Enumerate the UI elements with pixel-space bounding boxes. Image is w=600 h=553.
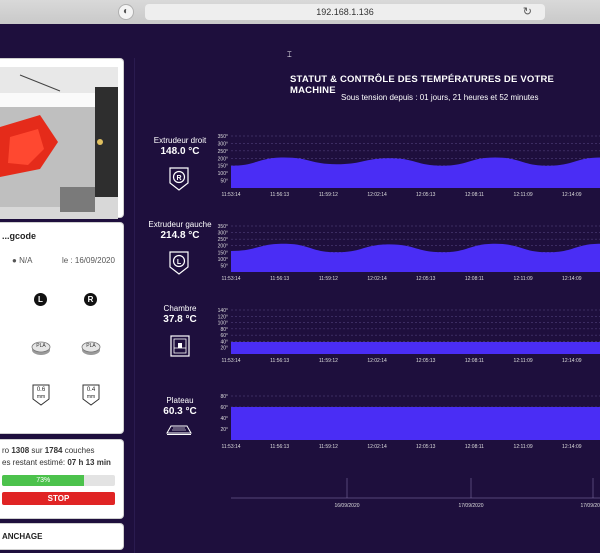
y-tick-label: 40° <box>220 416 228 422</box>
right-material-label: PLA <box>86 343 96 349</box>
x-tick-label: 11:53:14 <box>221 444 240 450</box>
x-tick-label: 12:02:14 <box>367 358 387 364</box>
reload-icon[interactable]: ↻ <box>523 4 532 20</box>
date-info: le : 16/09/2020 <box>62 256 115 265</box>
user-info: ● N/A <box>12 256 32 265</box>
y-tick-label: 60° <box>220 405 228 411</box>
y-tick-label: 20° <box>220 427 228 433</box>
left-material-label: PLA <box>36 343 46 349</box>
x-tick-label: 11:59:12 <box>319 444 338 450</box>
timeline-date-label: 17/09/2020 <box>580 503 600 509</box>
file-name: ...gcode <box>2 231 37 241</box>
x-tick-label: 11:59:12 <box>319 192 338 198</box>
series-area <box>231 157 600 188</box>
y-tick-label: 250° <box>218 149 228 155</box>
y-tick-label: 40° <box>220 339 228 345</box>
y-tick-label: 150° <box>218 164 228 170</box>
right-tool-icon: R <box>84 293 97 306</box>
x-tick-label: 12:14:09 <box>562 358 582 364</box>
x-tick-label: 11:56:13 <box>270 192 289 198</box>
x-tick-label: 12:05:13 <box>416 358 436 364</box>
x-tick-label: 12:08:11 <box>465 192 484 198</box>
left-nozzle-unit: mm <box>36 394 46 400</box>
x-tick-label: 12:14:09 <box>562 444 582 450</box>
y-tick-label: 200° <box>218 244 228 250</box>
layer-progress-text: ro 1308 sur 1784 couches <box>2 446 95 455</box>
x-tick-label: 11:56:13 <box>270 276 289 282</box>
x-tick-label: 12:08:11 <box>465 444 484 450</box>
job-card: ...gcode ● N/A le : 16/09/2020 L R PLA P… <box>0 222 124 434</box>
y-tick-label: 20° <box>220 346 228 352</box>
y-tick-label: 250° <box>218 237 228 243</box>
x-tick-label: 11:53:14 <box>221 276 240 282</box>
privacy-shield-icon[interactable]: ◐ <box>118 4 134 20</box>
series-area <box>231 243 600 272</box>
x-tick-label: 11:56:13 <box>270 358 289 364</box>
x-tick-label: 11:59:12 <box>319 276 338 282</box>
user-icon: ● <box>12 256 17 265</box>
y-tick-label: 50° <box>220 179 228 185</box>
address-bar[interactable]: 192.168.1.136 <box>145 4 545 20</box>
x-tick-label: 12:08:11 <box>465 358 484 364</box>
camera-feed-image <box>0 67 118 219</box>
stop-button[interactable]: STOP <box>2 492 115 505</box>
temperature-panel: STATUT & CONTRÔLE DES TEMPÉRATURES DE VO… <box>134 58 600 553</box>
y-tick-label: 350° <box>218 134 228 140</box>
y-tick-label: 300° <box>218 231 228 237</box>
x-tick-label: 12:11:09 <box>514 358 533 364</box>
x-tick-label: 11:56:13 <box>270 444 289 450</box>
x-tick-label: 12:02:14 <box>367 276 387 282</box>
left-nozzle-size: 0.6 <box>36 387 46 393</box>
left-sidebar: ...gcode ● N/A le : 16/09/2020 L R PLA P… <box>0 58 130 553</box>
right-nozzle-unit: mm <box>86 394 96 400</box>
temperature-charts: 350°300°250°200°150°100°50°11:53:14 11:56… <box>218 134 600 509</box>
x-tick-label: 12:02:14 <box>367 192 387 198</box>
y-tick-label: 50° <box>220 263 228 269</box>
progress-bar: 73% <box>2 475 115 486</box>
series-area <box>231 342 600 354</box>
y-tick-label: 60° <box>220 333 228 339</box>
x-tick-label: 12:14:09 <box>562 276 582 282</box>
x-tick-label: 11:59:12 <box>319 358 338 364</box>
x-tick-label: 12:11:09 <box>514 444 533 450</box>
y-tick-label: 120° <box>218 314 228 320</box>
left-tool-icon: L <box>34 293 47 306</box>
x-tick-label: 12:05:13 <box>416 192 436 198</box>
y-tick-label: 100° <box>218 171 228 177</box>
timeline-date-label: 17/09/2020 <box>458 503 483 509</box>
x-tick-label: 12:11:09 <box>514 276 533 282</box>
series-area <box>231 407 600 440</box>
right-nozzle-size: 0.4 <box>86 387 96 393</box>
y-tick-label: 150° <box>218 250 228 256</box>
camera-card <box>0 58 124 219</box>
x-tick-label: 12:05:13 <box>416 276 436 282</box>
user-value: N/A <box>19 256 33 265</box>
y-tick-label: 100° <box>218 257 228 263</box>
x-tick-label: 11:53:14 <box>221 192 240 198</box>
tab-strip: ⌶ <box>0 24 600 59</box>
progress-bar-fill: 73% <box>2 475 85 486</box>
y-tick-label: 200° <box>218 156 228 162</box>
x-tick-label: 12:14:09 <box>562 192 582 198</box>
progress-card: ro 1308 sur 1784 couches es restant esti… <box>0 439 124 519</box>
y-tick-label: 80° <box>220 394 228 400</box>
remaining-time-text: es restant estimé: 07 h 13 min <box>2 458 111 467</box>
x-tick-label: 11:53:14 <box>221 358 240 364</box>
unloading-card[interactable]: ANCHAGE <box>0 523 124 550</box>
y-tick-label: 350° <box>218 224 228 230</box>
x-tick-label: 12:02:14 <box>367 444 387 450</box>
timeline-date-label: 16/09/2020 <box>334 503 359 509</box>
x-tick-label: 12:05:13 <box>416 444 436 450</box>
y-tick-label: 100° <box>218 321 228 327</box>
x-tick-label: 12:08:11 <box>465 276 484 282</box>
y-tick-label: 300° <box>218 141 228 147</box>
x-tick-label: 12:11:09 <box>514 192 533 198</box>
y-tick-label: 140° <box>218 308 228 314</box>
browser-toolbar: ◐ 192.168.1.136 ↻ <box>0 0 600 25</box>
unloading-label: ANCHAGE <box>2 532 43 541</box>
url-text: 192.168.1.136 <box>316 7 374 17</box>
y-tick-label: 80° <box>220 327 228 333</box>
